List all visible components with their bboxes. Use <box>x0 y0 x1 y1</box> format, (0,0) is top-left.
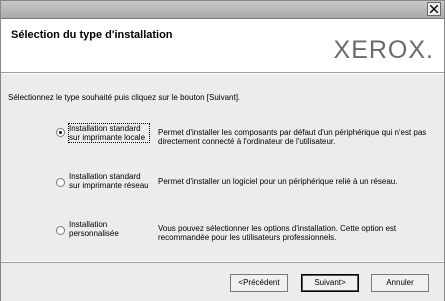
option-custom[interactable]: Installation personnalisée Vous pouvez s… <box>1 220 444 254</box>
option-network-description: Permet d'installer un logiciel pour un p… <box>158 177 398 186</box>
option-network[interactable]: Installation standard sur imprimante rés… <box>1 172 444 206</box>
option-network-label[interactable]: Installation standard sur imprimante rés… <box>69 172 149 190</box>
wizard-header: Sélection du type d'installation XEROX. <box>1 19 444 72</box>
radio-local[interactable] <box>56 128 65 137</box>
instruction-text: Sélectionnez le type souhaité puis cliqu… <box>8 93 241 102</box>
cancel-button[interactable]: Annuler <box>371 274 429 292</box>
wizard-content: Sélectionnez le type souhaité puis cliqu… <box>1 74 444 261</box>
option-custom-label[interactable]: Installation personnalisée <box>69 220 149 238</box>
option-local-description: Permet d'installer les composants par dé… <box>158 128 427 146</box>
option-network-label-line1: Installation standard <box>69 172 141 181</box>
radio-custom[interactable] <box>56 226 65 235</box>
back-button[interactable]: <Précédent <box>230 274 288 292</box>
page-title: Sélection du type d'installation <box>11 29 173 41</box>
installer-window: Sélection du type d'installation XEROX. … <box>0 0 445 301</box>
xerox-logo: XEROX. <box>333 36 434 64</box>
option-local-label[interactable]: Installation standard sur imprimante loc… <box>68 123 150 143</box>
close-icon <box>430 5 438 13</box>
option-local-label-line1: Installation standard <box>69 124 141 133</box>
next-button[interactable]: Suivant> <box>301 274 359 292</box>
radio-network[interactable] <box>56 178 65 187</box>
close-button[interactable] <box>427 2 441 16</box>
option-network-label-line2: sur imprimante réseau <box>69 181 149 190</box>
wizard-footer: <Précédent Suivant> Annuler <box>1 262 444 301</box>
option-custom-description: Vous pouvez sélectionner les options d'i… <box>158 224 397 242</box>
option-custom-label-line2: personnalisée <box>69 229 119 238</box>
option-local-label-line2: sur imprimante locale <box>69 133 146 142</box>
title-bar <box>1 1 444 19</box>
option-local[interactable]: Installation standard sur imprimante loc… <box>1 123 444 158</box>
option-custom-label-line1: Installation <box>69 220 108 229</box>
